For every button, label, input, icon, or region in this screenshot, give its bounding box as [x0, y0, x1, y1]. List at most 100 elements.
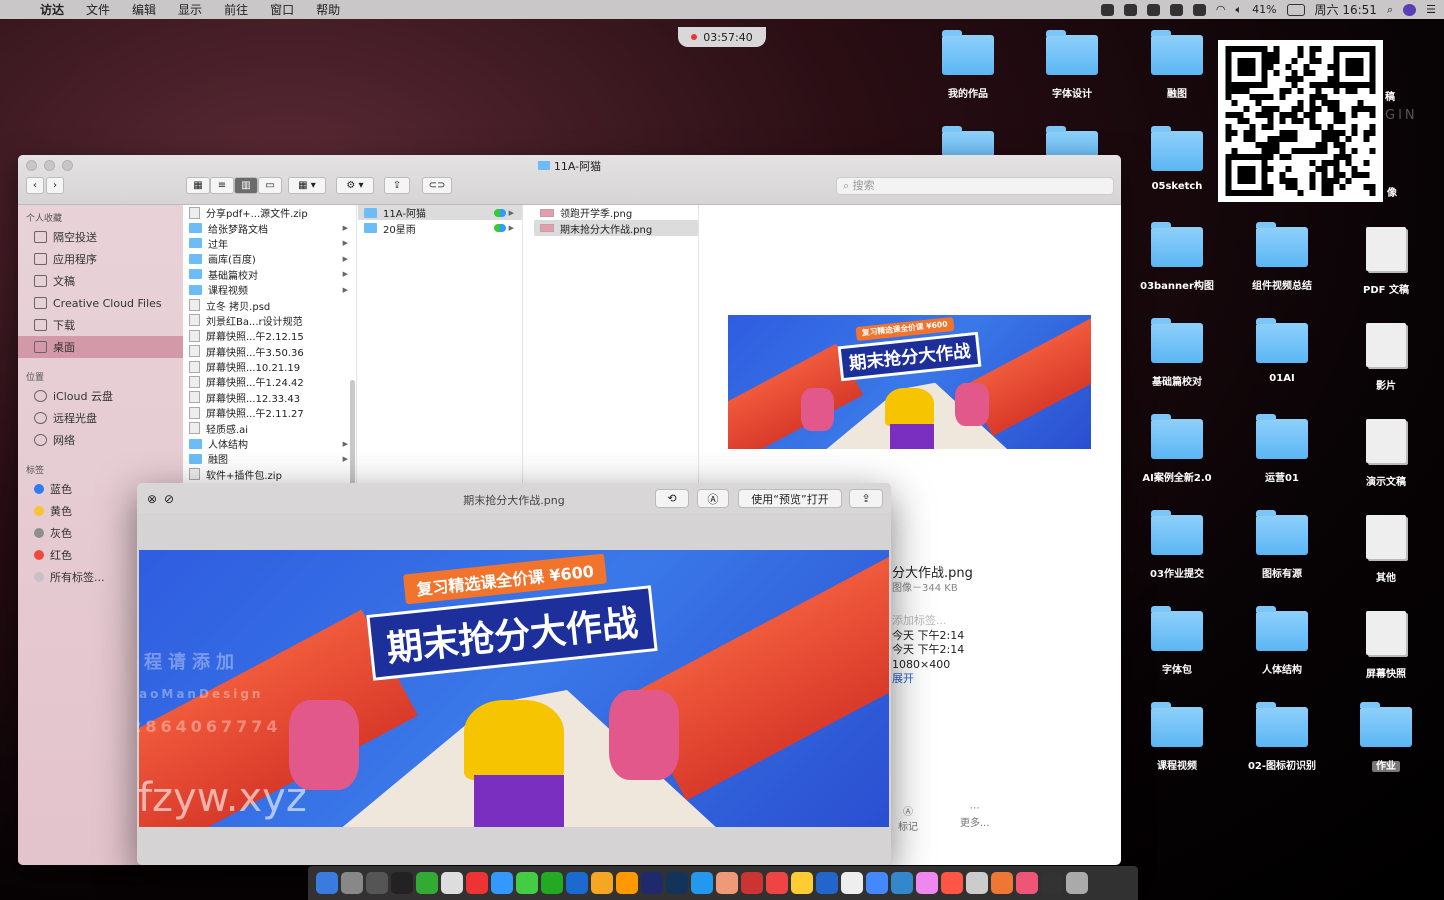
file-row[interactable]: 领跑开学季.png	[534, 205, 698, 220]
sidebar-item[interactable]: 文稿	[18, 270, 183, 292]
dock-app-icon[interactable]	[841, 872, 863, 894]
dock-app-icon[interactable]	[791, 872, 813, 894]
desktop-icon[interactable]: 我的作品	[923, 30, 1013, 100]
dock-app-icon[interactable]	[641, 872, 663, 894]
file-row[interactable]: 课程视频 ▶	[183, 282, 356, 297]
tag-button[interactable]: ⊂⊃	[422, 177, 452, 194]
file-row[interactable]: 融图 ▶	[183, 451, 356, 466]
desktop-icon[interactable]: 屏幕快照	[1341, 611, 1431, 680]
file-row[interactable]: 人体结构 ▶	[183, 436, 356, 451]
desktop-icon[interactable]: 作业	[1341, 702, 1431, 772]
sidebar-item[interactable]: Creative Cloud Files	[18, 292, 183, 314]
dock-app-icon[interactable]	[391, 872, 413, 894]
dock-app-icon[interactable]	[816, 872, 838, 894]
desktop-icon[interactable]: 人体结构	[1237, 606, 1327, 676]
desktop-icon[interactable]: 02-图标初识别	[1237, 702, 1327, 772]
file-row[interactable]: 屏幕快照...午1.24.42	[183, 374, 356, 389]
desktop-icon[interactable]: 字体包	[1132, 606, 1222, 676]
dock-app-icon[interactable]	[466, 872, 488, 894]
file-row[interactable]: 给张梦路文档 ▶	[183, 220, 356, 236]
dock-app-icon[interactable]	[991, 872, 1013, 894]
dock-app-icon[interactable]	[966, 872, 988, 894]
column-view-button[interactable]: ▥	[234, 177, 258, 194]
dock-app-icon[interactable]	[1016, 872, 1038, 894]
status-icon[interactable]	[1123, 3, 1137, 16]
open-with-preview-button[interactable]: 使用“预览”打开	[738, 489, 842, 508]
desktop-icon[interactable]: 字体设计	[1027, 30, 1117, 100]
file-row[interactable]: 期末抢分大作战.png	[534, 220, 698, 236]
file-row[interactable]: 基础篇校对 ▶	[183, 267, 356, 282]
file-row[interactable]: 分享pdf+...源文件.zip	[183, 205, 356, 220]
dock-app-icon[interactable]	[916, 872, 938, 894]
desktop-icon[interactable]: 课程视频	[1132, 702, 1222, 772]
gallery-view-button[interactable]: ▭	[258, 177, 282, 194]
desktop-icon[interactable]: 图标有源	[1237, 510, 1327, 580]
dock-app-icon[interactable]	[516, 872, 538, 894]
file-row[interactable]: 画库(百度) ▶	[183, 251, 356, 266]
dock-app-icon[interactable]	[366, 872, 388, 894]
menu-4[interactable]: 前往	[224, 1, 248, 18]
wifi-icon[interactable]: ◠	[1216, 3, 1226, 16]
recording-indicator[interactable]: 03:57:40	[678, 27, 766, 47]
markup-button[interactable]: Ⓐ 标记	[898, 803, 918, 833]
sidebar-item[interactable]: 远程光盘	[18, 407, 183, 429]
search-input[interactable]: ⌕ 搜索	[836, 177, 1114, 195]
dock-app-icon[interactable]	[666, 872, 688, 894]
desktop-icon[interactable]: 01AI	[1237, 318, 1327, 384]
back-button[interactable]: ‹	[26, 177, 44, 194]
sidebar-item[interactable]: 下载	[18, 314, 183, 336]
dock-app-icon[interactable]	[741, 872, 763, 894]
dock-app-icon[interactable]	[716, 872, 738, 894]
dock-app-icon[interactable]	[566, 872, 588, 894]
menu-5[interactable]: 窗口	[270, 1, 294, 18]
spotlight-search-icon[interactable]: ⌕	[1387, 3, 1393, 17]
desktop-icon[interactable]: 影片	[1341, 323, 1431, 392]
folder-row[interactable]: 20星雨 ▶	[358, 220, 522, 236]
file-row[interactable]: 过年 ▶	[183, 236, 356, 251]
menu-3[interactable]: 显示	[178, 1, 202, 18]
clock[interactable]: 周六 16:51	[1315, 1, 1377, 18]
battery-percent[interactable]: 41%	[1252, 3, 1276, 16]
desktop-icon[interactable]: 其他	[1341, 515, 1431, 584]
dock-app-icon[interactable]	[616, 872, 638, 894]
dock-app-icon[interactable]	[341, 872, 363, 894]
volume-icon[interactable]: 🔈︎	[1235, 3, 1242, 17]
file-row[interactable]: 屏幕快照...午3.50.36	[183, 344, 356, 359]
group-button[interactable]: ▦ ▾	[288, 177, 326, 194]
action-gear-button[interactable]: ⚙ ▾	[336, 177, 374, 194]
battery-icon[interactable]	[1286, 3, 1305, 16]
file-row[interactable]: 轻质感.ai	[183, 420, 356, 436]
dock-app-icon[interactable]	[941, 872, 963, 894]
sidebar-item[interactable]: 桌面	[18, 336, 183, 358]
creative-cloud-icon[interactable]	[1146, 3, 1160, 16]
more-button[interactable]: ⋯ 更多...	[960, 803, 990, 829]
menu-2[interactable]: 编辑	[132, 1, 156, 18]
sidebar-item[interactable]: 隔空投送	[18, 226, 183, 248]
siri-icon[interactable]	[1403, 3, 1417, 16]
dock-app-icon[interactable]	[316, 872, 338, 894]
file-row[interactable]: 屏幕快照...午2.12.15	[183, 328, 356, 343]
forward-button[interactable]: ›	[46, 177, 64, 194]
menu-6[interactable]: 帮助	[316, 1, 340, 18]
dock-app-icon[interactable]	[1041, 872, 1063, 894]
desktop-icon[interactable]: PDF 文稿	[1341, 227, 1431, 296]
dock-app-icon[interactable]	[691, 872, 713, 894]
desktop-icon[interactable]: 基础篇校对	[1132, 318, 1222, 388]
file-row[interactable]: 屏幕快照...12.33.43	[183, 390, 356, 405]
status-icon[interactable]	[1169, 3, 1183, 16]
dock-app-icon[interactable]	[891, 872, 913, 894]
add-tags-field[interactable]: 添加标签...	[892, 614, 973, 629]
dock-app-icon[interactable]	[441, 872, 463, 894]
file-row[interactable]: 屏幕快照...10.21.19	[183, 359, 356, 374]
dock-app-icon[interactable]	[541, 872, 563, 894]
rotate-button[interactable]: ⟲	[655, 489, 689, 508]
share-button[interactable]: ⇪	[849, 489, 883, 508]
sidebar-item[interactable]: iCloud 云盘	[18, 385, 183, 407]
desktop-icon[interactable]: 运营01	[1237, 414, 1327, 484]
share-button[interactable]: ⇪	[384, 177, 410, 194]
markup-button[interactable]: Ⓐ	[697, 489, 729, 508]
dock-app-icon[interactable]	[491, 872, 513, 894]
menu-1[interactable]: 文件	[86, 1, 110, 18]
dock-app-icon[interactable]	[866, 872, 888, 894]
desktop-icon[interactable]: 组件视频总结	[1237, 222, 1327, 292]
